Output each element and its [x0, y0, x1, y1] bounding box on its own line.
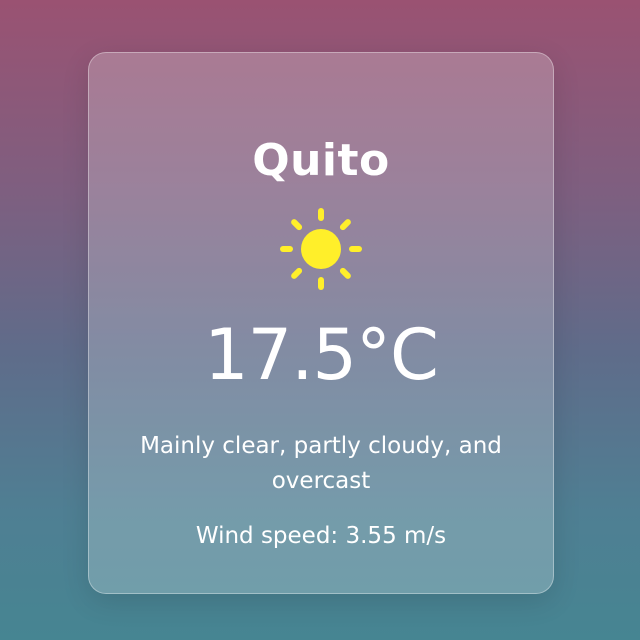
city-name: Quito [252, 135, 390, 186]
temperature: 17.5°C [204, 314, 439, 396]
weather-description: Mainly clear, partly cloudy, and overcas… [140, 433, 502, 494]
weather-card: Quito 17.5°C Mainly clear, partly cloudy… [88, 52, 554, 594]
sun-icon [275, 203, 367, 295]
wind-speed: Wind speed: 3.55 m/s [195, 523, 447, 549]
